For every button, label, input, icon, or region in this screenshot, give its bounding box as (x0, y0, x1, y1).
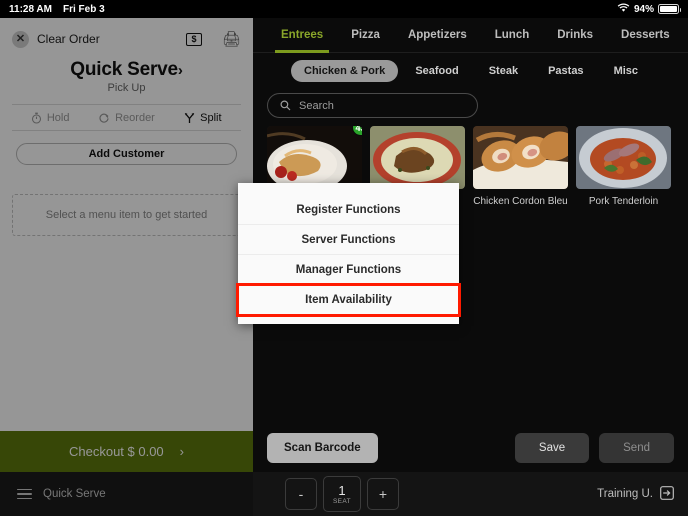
hold-button[interactable]: Hold (12, 112, 88, 124)
order-items-area: Select a menu item to get started (0, 178, 253, 450)
seat-number: 1 (338, 482, 346, 498)
scan-barcode-button[interactable]: Scan Barcode (267, 433, 378, 463)
battery-icon (658, 4, 681, 14)
checkout-button[interactable]: Checkout $ 0.00 › (0, 431, 253, 472)
close-icon: ✕ (12, 30, 29, 48)
menu-item-register-functions[interactable]: Register Functions (238, 195, 459, 225)
status-bar-time: 11:28 AM (9, 3, 52, 15)
status-bar-right-cluster: 94% (617, 3, 681, 16)
menu-item-thumbnail (473, 126, 568, 189)
menu-action-bar: Scan Barcode Save Send (253, 424, 688, 472)
menu-item-label: Chicken Cordon Bleu (473, 196, 568, 207)
send-button[interactable]: Send (599, 433, 674, 463)
search-wrap: Search (253, 89, 688, 118)
training-user-label: Training U. (597, 488, 653, 500)
food-photo-chicken-cordon-bleu (473, 126, 568, 189)
reorder-button[interactable]: Reorder (88, 112, 164, 124)
menu-panel-footer: - 1 SEAT + Training U. (253, 472, 688, 516)
status-bar-date: Fri Feb 3 (62, 3, 105, 15)
food-photo-chicken-parmesan (267, 126, 362, 189)
seat-decrement-button[interactable]: - (285, 478, 317, 510)
menu-item-manager-functions[interactable]: Manager Functions (238, 255, 459, 285)
subtab-pastas[interactable]: Pastas (535, 60, 596, 82)
order-subtitle: Pick Up (107, 82, 146, 94)
menu-item-card[interactable]: Pork Tenderloin (576, 126, 671, 208)
menu-item-server-functions[interactable]: Server Functions (238, 225, 459, 255)
add-customer-button[interactable]: Add Customer (16, 143, 237, 165)
save-button[interactable]: Save (514, 433, 590, 463)
clear-order-button[interactable]: ✕ Clear Order (12, 30, 100, 48)
battery-percent-label: 94% (633, 3, 654, 15)
subtab-chicken-and-pork[interactable]: Chicken & Pork (291, 60, 399, 82)
menu-item-label: Pork Tenderloin (588, 196, 659, 207)
seat-caption: SEAT (332, 497, 352, 505)
search-icon (280, 100, 291, 111)
logout-icon[interactable] (660, 485, 674, 503)
wifi-icon (617, 3, 630, 16)
functions-popup-menu: Register Functions Server Functions Mana… (236, 183, 461, 324)
status-bar: 11:28 AM Fri Feb 3 94% (0, 0, 688, 18)
menu-item-thumbnail (370, 126, 465, 189)
subtab-misc[interactable]: Misc (601, 60, 651, 82)
order-panel-footer-label: Quick Serve (43, 488, 106, 500)
tab-entrees[interactable]: Entrees (267, 18, 337, 53)
printer-icon[interactable]: 🖨 (222, 32, 241, 47)
split-label: Split (200, 111, 222, 124)
chevron-right-icon: › (177, 62, 183, 79)
subtab-steak[interactable]: Steak (476, 60, 531, 82)
tab-desserts[interactable]: Desserts (607, 18, 684, 53)
order-panel-header: ✕ Clear Order $ 🖨 Quick Serve› Pick Up H… (0, 18, 253, 131)
tab-lunch[interactable]: Lunch (481, 18, 544, 53)
seat-increment-button[interactable]: + (367, 478, 399, 510)
stopwatch-icon (31, 112, 41, 124)
chevron-right-icon: › (179, 444, 185, 459)
checkout-label: Checkout $ 0.00 (68, 444, 164, 459)
split-icon (184, 112, 195, 123)
order-type-label: Quick Serve (70, 59, 178, 80)
page-title[interactable]: Quick Serve› (12, 59, 241, 81)
seat-display[interactable]: 1 SEAT (323, 476, 361, 512)
refresh-icon (99, 113, 109, 123)
food-photo-pork-tenderloin (576, 126, 671, 189)
order-empty-state: Select a menu item to get started (12, 194, 241, 236)
search-placeholder: Search (299, 99, 334, 112)
cash-drawer-icon[interactable]: $ (185, 32, 202, 46)
category-tab-bar: Entrees Pizza Appetizers Lunch Drinks De… (253, 18, 688, 53)
reorder-label: Reorder (115, 111, 155, 124)
menu-item-card[interactable]: Chicken Cordon Bleu (473, 126, 568, 208)
add-customer-wrap: Add Customer (0, 131, 253, 165)
menu-item-thumbnail: 45 (267, 126, 362, 189)
tab-appetizers[interactable]: Appetizers (394, 18, 481, 53)
split-button[interactable]: Split (165, 112, 241, 124)
clear-order-label: Clear Order (37, 32, 100, 46)
menu-item-thumbnail (576, 126, 671, 189)
subtab-seafood[interactable]: Seafood (402, 60, 471, 82)
search-input[interactable]: Search (267, 93, 478, 118)
training-user-button[interactable]: Training U. (597, 485, 674, 503)
tab-drinks[interactable]: Drinks (543, 18, 607, 53)
seat-stepper: - 1 SEAT + (285, 476, 399, 512)
food-photo-chicken-florentine (370, 126, 465, 189)
hold-label: Hold (46, 111, 70, 124)
order-panel: ✕ Clear Order $ 🖨 Quick Serve› Pick Up H… (0, 18, 253, 516)
menu-item-item-availability[interactable]: Item Availability (236, 283, 461, 317)
subcategory-tab-bar: Chicken & Pork Seafood Steak Pastas Misc (253, 53, 688, 89)
hamburger-menu-icon[interactable] (17, 488, 32, 500)
pos-app-screen: 11:28 AM Fri Feb 3 94% ✕ Clear Order $ 🖨 (0, 0, 688, 516)
tab-pizza[interactable]: Pizza (337, 18, 394, 53)
order-action-row: Hold Reorder Split (12, 104, 241, 131)
order-panel-footer[interactable]: Quick Serve (0, 472, 253, 516)
